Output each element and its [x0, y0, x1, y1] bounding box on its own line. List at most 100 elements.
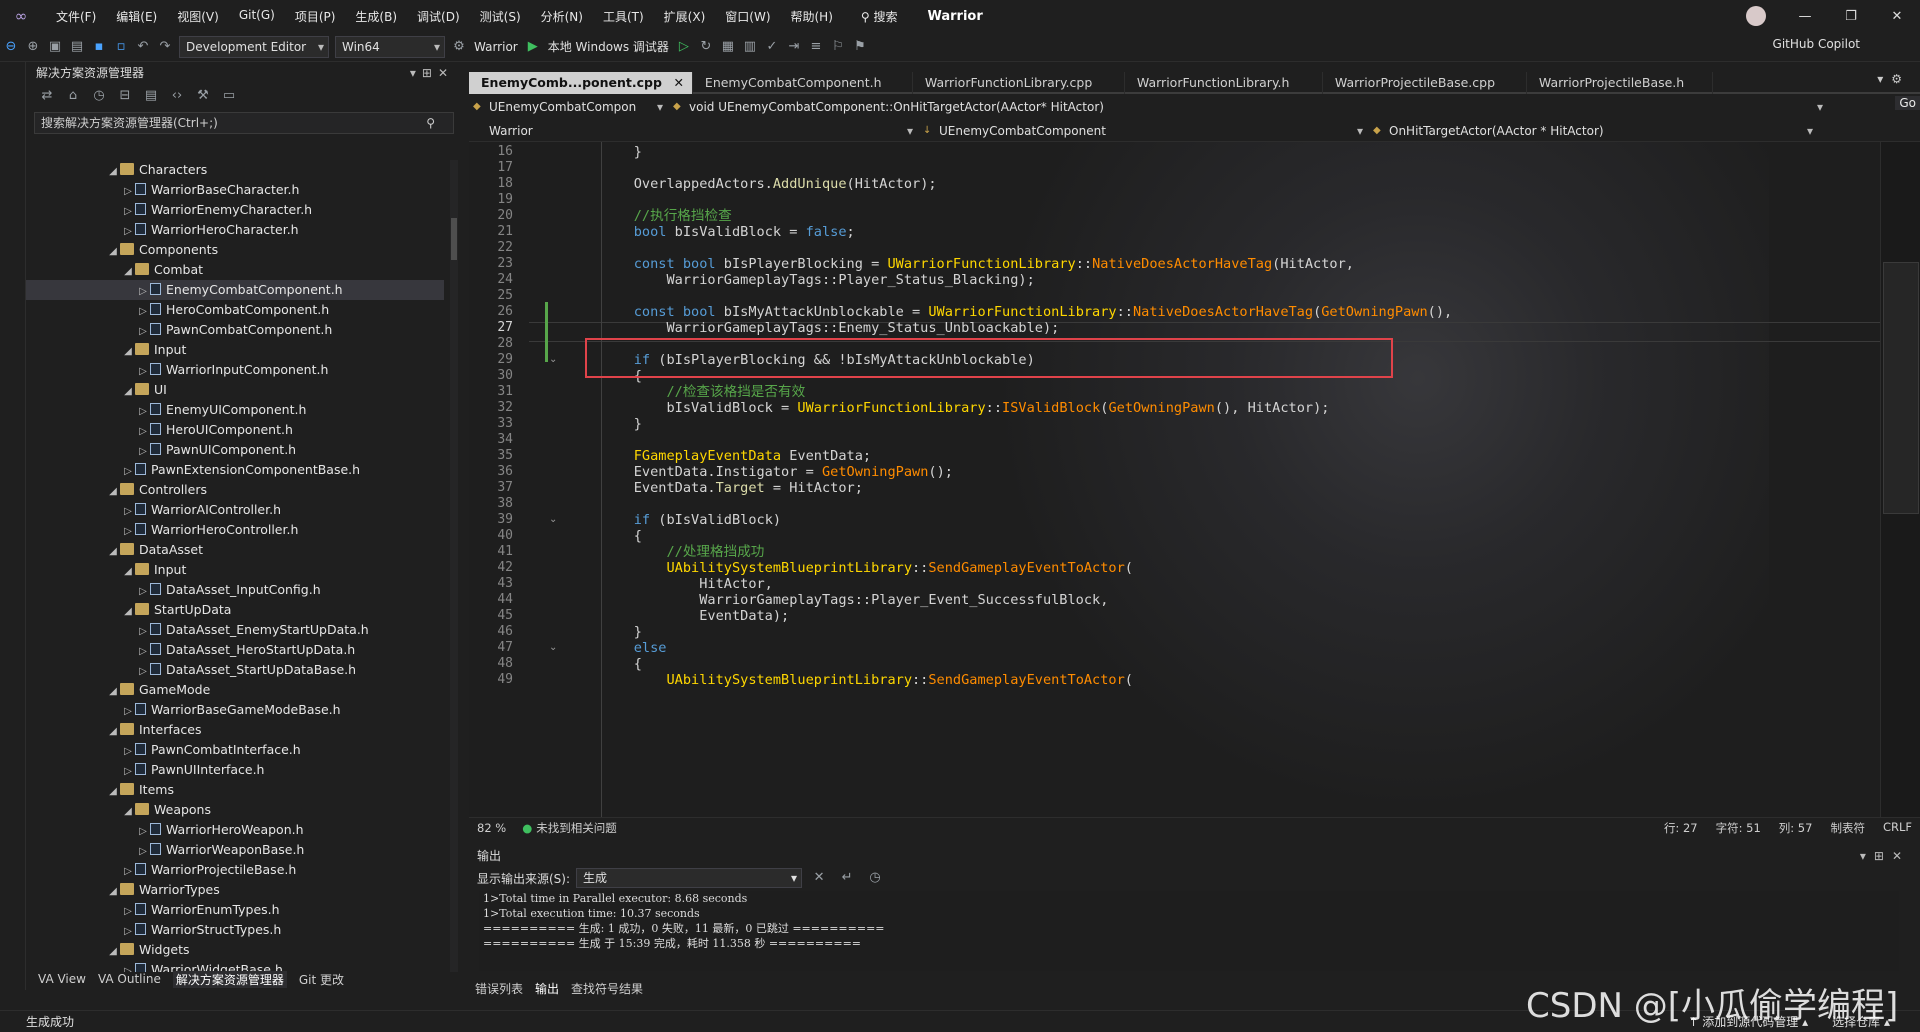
show-all-files-icon[interactable]: ▤ — [140, 86, 162, 106]
expand-arrow-icon[interactable]: ◢ — [106, 682, 120, 702]
close-icon[interactable]: ✕ — [1874, 9, 1920, 24]
open-folder-icon[interactable]: ▤ — [66, 37, 88, 57]
tree-folder[interactable]: ◢ Controllers — [26, 480, 444, 500]
tab-va-view[interactable]: VA View — [38, 972, 86, 986]
tree-file[interactable]: ▷ EnemyUIComponent.h — [26, 400, 444, 420]
code-line[interactable]: OverlappedActors.AddUnique(HitActor); — [601, 174, 937, 194]
collapsed-arrow-icon[interactable]: ▷ — [121, 702, 135, 722]
menu-item[interactable]: 测试(S) — [470, 8, 531, 25]
sync-icon[interactable]: ⇄ — [36, 86, 58, 106]
collapsed-arrow-icon[interactable]: ▷ — [136, 442, 150, 462]
minimize-icon[interactable]: — — [1782, 9, 1828, 24]
debugger-button[interactable]: 本地 Windows 调试器 — [548, 38, 669, 55]
tree-file[interactable]: ▷ WarriorEnumTypes.h — [26, 900, 444, 920]
scrollbar-thumb[interactable] — [451, 218, 457, 260]
tab-find-symbol[interactable]: 查找符号结果 — [571, 980, 643, 997]
search-button[interactable]: ⚲ 搜索 — [851, 8, 908, 25]
tree-file[interactable]: ▷ WarriorHeroWeapon.h — [26, 820, 444, 840]
tree-file[interactable]: ▷ DataAsset_InputConfig.h — [26, 580, 444, 600]
go-button[interactable]: Go — [1895, 96, 1920, 110]
collapsed-arrow-icon[interactable]: ▷ — [136, 282, 150, 302]
tab-git-changes[interactable]: Git 更改 — [299, 971, 344, 988]
indent-icon[interactable]: ⇥ — [783, 37, 805, 57]
tree-file[interactable]: ▷ WarriorInputComponent.h — [26, 360, 444, 380]
redo-icon[interactable]: ↷ — [154, 37, 176, 57]
eol-indicator[interactable]: CRLF — [1883, 820, 1912, 836]
tree-file[interactable]: ▷ PawnUIInterface.h — [26, 760, 444, 780]
platform-select[interactable]: Win64 — [335, 35, 445, 58]
github-copilot-button[interactable]: GitHub Copilot — [1773, 37, 1860, 51]
tree-file[interactable]: ▷ HeroUIComponent.h — [26, 420, 444, 440]
collapsed-arrow-icon[interactable]: ▷ — [121, 922, 135, 942]
collapsed-arrow-icon[interactable]: ▷ — [136, 402, 150, 422]
search-icon[interactable]: ⚲ — [426, 113, 435, 133]
code-view-icon[interactable]: ‹› — [166, 86, 188, 106]
tree-folder[interactable]: ◢ WarriorTypes — [26, 880, 444, 900]
expand-arrow-icon[interactable]: ◢ — [121, 602, 135, 622]
tree-folder[interactable]: ◢ Interfaces — [26, 720, 444, 740]
menu-item[interactable]: Git(G) — [229, 8, 285, 25]
collapsed-arrow-icon[interactable]: ▷ — [136, 422, 150, 442]
collapsed-arrow-icon[interactable]: ▷ — [121, 182, 135, 202]
code-line[interactable]: bool bIsValidBlock = false; — [601, 222, 855, 242]
collapsed-arrow-icon[interactable]: ▷ — [136, 822, 150, 842]
menu-item[interactable]: 文件(F) — [46, 8, 106, 25]
comment-icon[interactable]: ≡ — [805, 37, 827, 57]
char-indicator[interactable]: 字符: 51 — [1716, 820, 1761, 836]
tree-file[interactable]: ▷ PawnExtensionComponentBase.h — [26, 460, 444, 480]
class-scope-select[interactable]: ◆ UEnemyCombatCompon ▾ — [469, 97, 669, 117]
back-icon[interactable]: ⊖ — [0, 37, 22, 57]
collapsed-arrow-icon[interactable]: ▷ — [136, 362, 150, 382]
minimap[interactable] — [1880, 142, 1920, 817]
collapsed-arrow-icon[interactable]: ▷ — [136, 622, 150, 642]
doc-tab[interactable]: WarriorFunctionLibrary.h — [1125, 72, 1323, 94]
fold-chevron-icon[interactable]: ⌄ — [549, 638, 561, 658]
expand-arrow-icon[interactable]: ◢ — [121, 262, 135, 282]
restore-icon[interactable]: ❐ — [1828, 9, 1874, 24]
expand-arrow-icon[interactable]: ◢ — [106, 782, 120, 802]
tree-file[interactable]: ▷ HeroCombatComponent.h — [26, 300, 444, 320]
avatar[interactable] — [1746, 6, 1766, 26]
wrench-icon[interactable]: ⚒ — [192, 86, 214, 106]
expand-arrow-icon[interactable]: ◢ — [106, 162, 120, 182]
tab-solution-explorer[interactable]: 解决方案资源管理器 — [172, 970, 287, 988]
code-line[interactable]: bIsValidBlock = UWarriorFunctionLibrary:… — [601, 398, 1329, 418]
expand-arrow-icon[interactable]: ◢ — [121, 342, 135, 362]
tree-file[interactable]: ▷ PawnCombatComponent.h — [26, 320, 444, 340]
menu-item[interactable]: 生成(B) — [345, 8, 407, 25]
fold-chevron-icon[interactable]: ⌄ — [549, 510, 561, 530]
menu-item[interactable]: 分析(N) — [531, 8, 593, 25]
menu-item[interactable]: 窗口(W) — [715, 8, 780, 25]
tree-file[interactable]: ▷ WarriorHeroController.h — [26, 520, 444, 540]
tab-overflow-icon[interactable]: ▾⚙ — [1877, 72, 1910, 86]
collapsed-arrow-icon[interactable]: ▷ — [121, 502, 135, 522]
minimap-viewport[interactable] — [1883, 262, 1919, 514]
zoom-level[interactable]: 82 % — [477, 821, 506, 835]
startup-project-select[interactable]: Warrior — [474, 40, 518, 54]
tree-folder[interactable]: ◢ Input — [26, 340, 444, 360]
close-tab-icon[interactable]: ✕ — [673, 72, 683, 94]
tree-folder[interactable]: ◢ StartUpData — [26, 600, 444, 620]
line-indicator[interactable]: 行: 27 — [1664, 820, 1698, 836]
tabs-indicator[interactable]: 制表符 — [1830, 820, 1865, 836]
code-line[interactable]: } — [601, 414, 642, 434]
solution-search-input[interactable]: 搜索解决方案资源管理器(Ctrl+;) ⚲ — [34, 112, 454, 134]
tab-output[interactable]: 输出 — [535, 980, 559, 997]
class-select[interactable]: ↓ UEnemyCombatComponent ▾ — [919, 121, 1369, 141]
tree-folder[interactable]: ◢ DataAsset — [26, 540, 444, 560]
tab-va-outline[interactable]: VA Outline — [98, 972, 161, 986]
tree-file[interactable]: ▷ EnemyCombatComponent.h — [26, 280, 444, 300]
code-line[interactable]: WarriorGameplayTags::Player_Status_Black… — [601, 270, 1034, 290]
tree-file[interactable]: ▷ WarriorBaseCharacter.h — [26, 180, 444, 200]
tree-folder[interactable]: ◢ Combat — [26, 260, 444, 280]
code-editor[interactable]: 16 } 17 18 OverlappedActors.AddUnique(HitA… — [469, 142, 1880, 817]
forward-icon[interactable]: ⊕ — [22, 37, 44, 57]
tree-file[interactable]: ▷ PawnCombatInterface.h — [26, 740, 444, 760]
output-text[interactable]: 1>Total time in Parallel executor: 8.68 … — [479, 891, 1899, 971]
expand-arrow-icon[interactable]: ◢ — [106, 242, 120, 262]
save-icon[interactable]: ▪ — [88, 37, 110, 57]
panel-controls-icon[interactable]: ▾⊞✕ — [1860, 845, 1910, 867]
play-icon[interactable]: ▶ — [522, 37, 544, 57]
tree-file[interactable]: ▷ WarriorHeroCharacter.h — [26, 220, 444, 240]
collapsed-arrow-icon[interactable]: ▷ — [121, 462, 135, 482]
